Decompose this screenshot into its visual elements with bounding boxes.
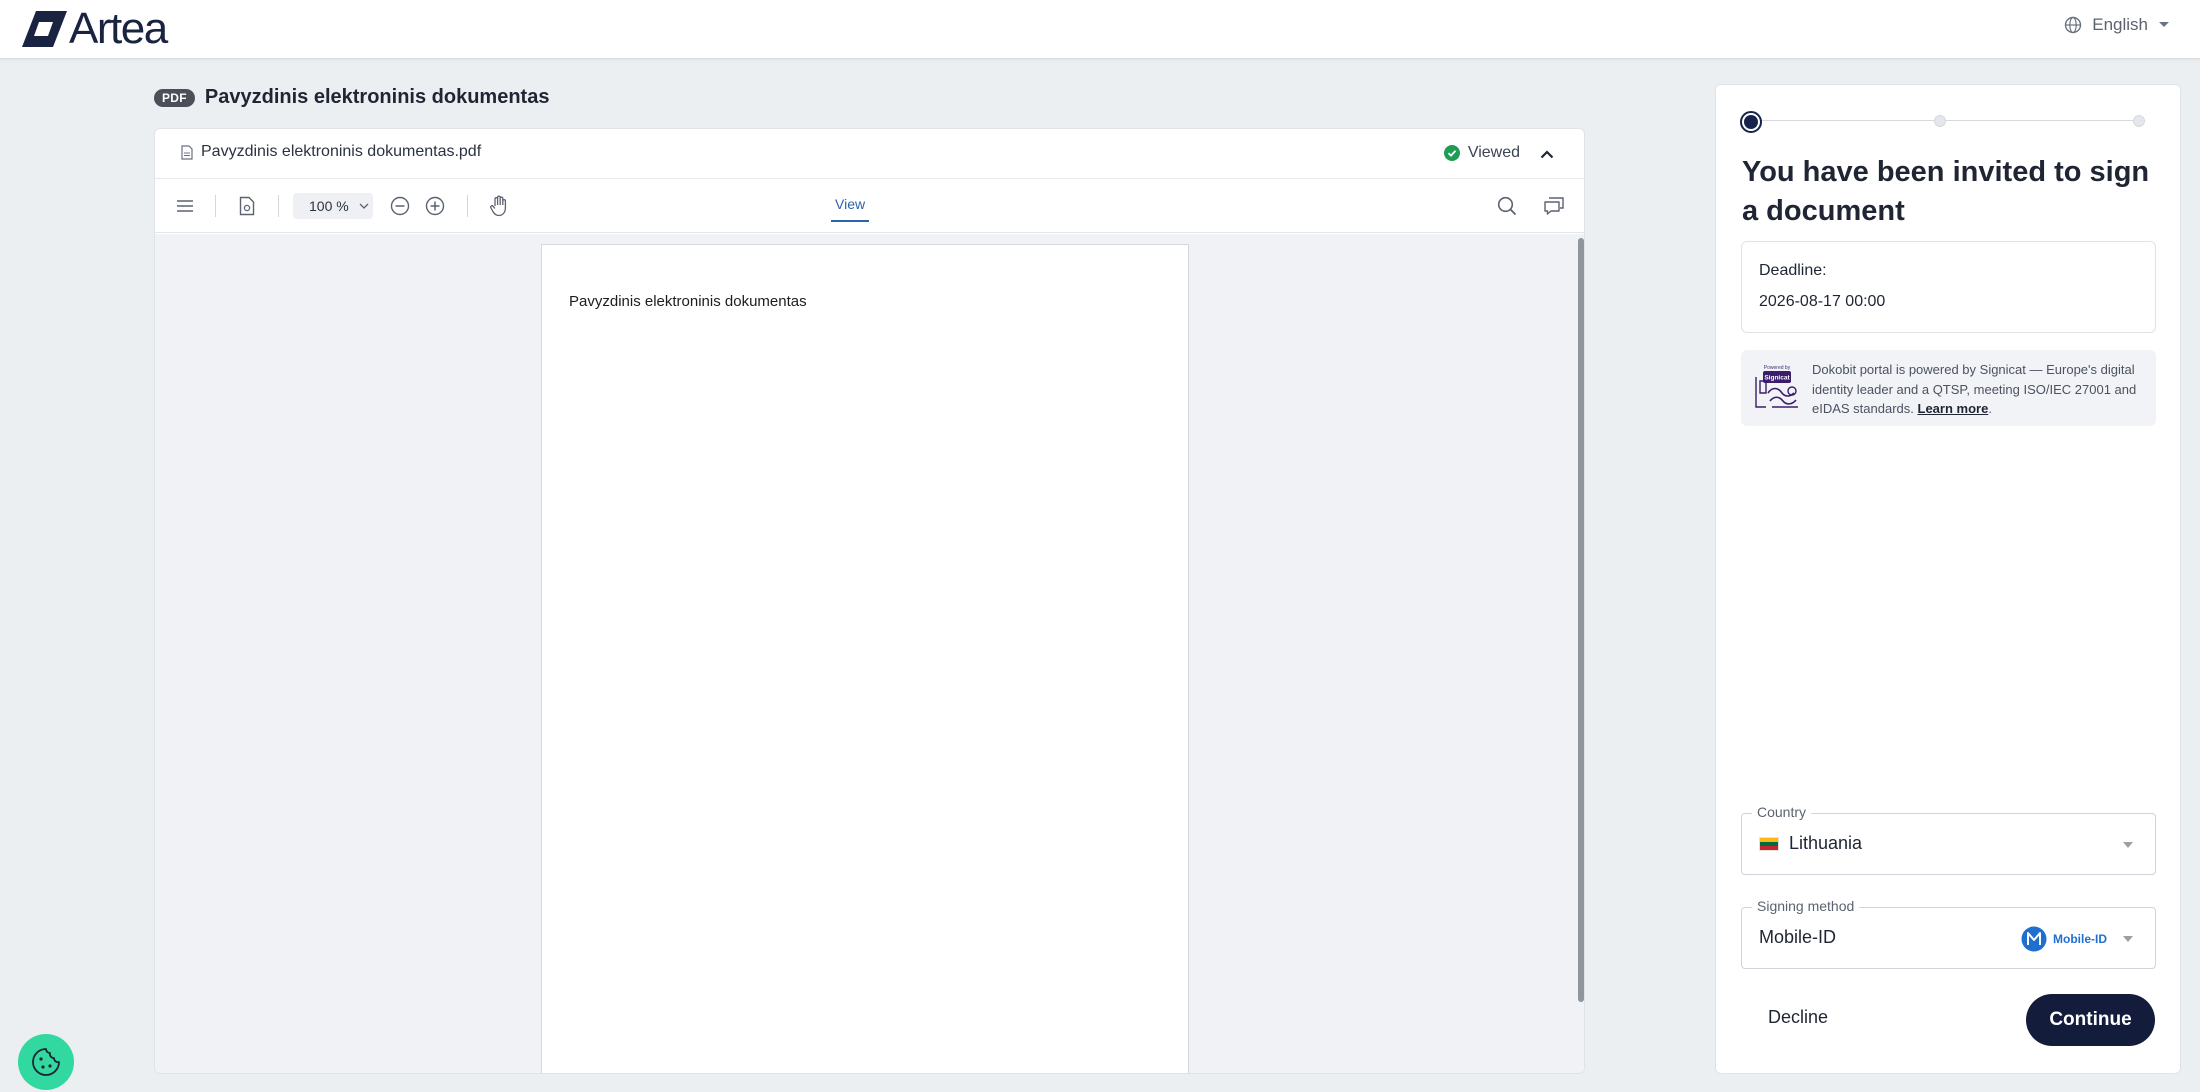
panel-title: You have been invited to sign a document <box>1742 156 2150 227</box>
learn-more-link[interactable]: Learn more <box>1918 401 1989 416</box>
chevron-down-icon <box>359 203 369 209</box>
deadline-box: Deadline: 2026-08-17 00:00 <box>1741 241 2156 333</box>
stepper-line <box>1750 120 2144 121</box>
document-heading: PDF Pavyzdinis elektroninis dokumentas <box>154 86 549 109</box>
tab-view[interactable]: View <box>830 196 870 222</box>
viewer-header: Pavyzdinis elektroninis dokumentas.pdf V… <box>155 129 1584 179</box>
search-button[interactable] <box>1495 194 1519 218</box>
file-name: Pavyzdinis elektroninis dokumentas.pdf <box>181 143 481 161</box>
svg-text:Powered by: Powered by <box>1764 365 1791 371</box>
hand-icon <box>490 195 507 217</box>
cookie-settings-button[interactable] <box>18 1034 74 1090</box>
caret-down-icon <box>2123 842 2133 848</box>
artea-logo-mark-icon <box>22 11 67 47</box>
mobile-id-logo-icon <box>2021 926 2047 952</box>
deadline-label: Deadline: <box>1759 262 1827 279</box>
signicat-info: Powered by Signicat Dokobit portal is po… <box>1741 350 2156 426</box>
step-2 <box>1934 115 1946 127</box>
pdf-page: Pavyzdinis elektroninis dokumentas <box>541 244 1189 1073</box>
page-text: Pavyzdinis elektroninis dokumentas <box>569 293 807 310</box>
chevron-up-icon <box>1540 149 1554 158</box>
check-circle-icon <box>1443 145 1460 161</box>
zoom-select[interactable]: 100 % <box>293 193 373 219</box>
toolbar-divider <box>467 195 468 217</box>
document-canvas: Pavyzdinis elektroninis dokumentas <box>155 234 1584 1073</box>
country-label: Country <box>1752 804 1812 820</box>
step-3 <box>2133 115 2145 127</box>
viewed-status: Viewed <box>1443 144 1520 162</box>
language-selector[interactable]: English <box>2064 15 2170 35</box>
file-name-text: Pavyzdinis elektroninis dokumentas.pdf <box>201 143 482 160</box>
mobile-id-badge-text: Mobile-ID <box>2053 932 2107 946</box>
globe-icon <box>2065 16 2082 34</box>
collapse-button[interactable] <box>1536 143 1558 165</box>
viewed-label: Viewed <box>1467 144 1520 161</box>
page-settings-icon <box>239 196 255 216</box>
menu-icon <box>177 200 193 212</box>
comments-button[interactable] <box>1542 194 1566 218</box>
stepper <box>1740 111 2150 133</box>
zoom-value: 100 % <box>309 198 349 214</box>
signicat-logo-icon: Powered by Signicat <box>1755 365 1798 408</box>
zoom-in-icon <box>425 196 445 216</box>
svg-text:Signicat: Signicat <box>1764 375 1790 382</box>
language-label: English <box>2092 15 2148 34</box>
zoom-out-icon <box>390 196 410 216</box>
zoom-out-button[interactable] <box>388 194 412 218</box>
artea-logo[interactable]: Artea <box>22 4 168 53</box>
signing-method-label: Signing method <box>1752 898 1860 914</box>
lithuania-flag-icon <box>1759 836 1779 851</box>
scrollbar[interactable] <box>1578 238 1584 1002</box>
country-select[interactable]: Country Lithuania <box>1741 804 2156 875</box>
file-icon <box>181 144 193 160</box>
deadline-value: 2026-08-17 00:00 <box>1759 293 1886 310</box>
search-icon <box>1497 196 1517 216</box>
page-settings-button[interactable] <box>235 194 259 218</box>
menu-button[interactable] <box>173 194 197 218</box>
info-text: Dokobit portal is powered by Signicat — … <box>1812 362 2137 416</box>
brand-name: Artea <box>69 4 168 53</box>
cookie-icon <box>32 1048 60 1076</box>
step-1-active <box>1740 111 1762 133</box>
mobile-id-badge: Mobile-ID <box>2021 926 2107 952</box>
document-title: Pavyzdinis elektroninis dokumentas <box>204 86 550 108</box>
country-value: Lithuania <box>1759 833 1862 854</box>
top-bar: Artea English <box>0 0 2200 59</box>
decline-button[interactable]: Decline <box>1768 1007 1828 1028</box>
caret-down-icon <box>2159 22 2169 27</box>
toolbar-divider <box>278 195 279 217</box>
comments-icon <box>1544 197 1564 215</box>
pan-tool-button[interactable] <box>487 194 511 218</box>
toolbar-divider <box>215 195 216 217</box>
continue-button[interactable]: Continue <box>2026 994 2155 1046</box>
pdf-badge: PDF <box>154 88 195 107</box>
caret-down-icon <box>2123 936 2133 942</box>
signing-panel: You have been invited to sign a document… <box>1715 84 2181 1074</box>
signing-method-select[interactable]: Signing method Mobile-ID Mobile-ID <box>1741 898 2156 969</box>
zoom-in-button[interactable] <box>423 194 447 218</box>
document-viewer: Pavyzdinis elektroninis dokumentas.pdf V… <box>154 128 1585 1074</box>
signing-method-value: Mobile-ID <box>1759 927 1837 947</box>
pdf-toolbar: 100 % View <box>155 179 1584 233</box>
